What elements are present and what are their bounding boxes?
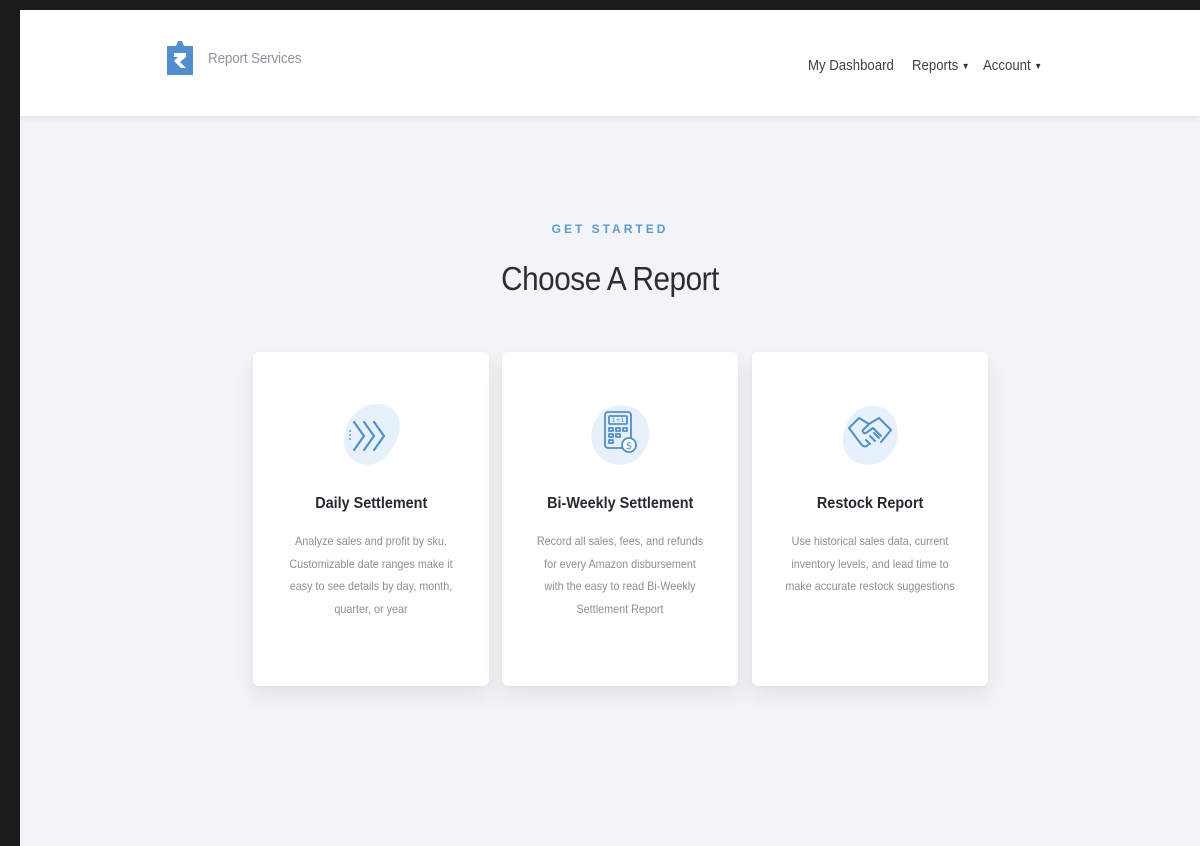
nav-reports-dropdown[interactable]: Reports ▼ [912, 57, 970, 74]
card-bi-weekly-settlement[interactable]: $ 1+1 Bi-Weekly Settlement Record all sa… [502, 352, 738, 686]
nav-account-dropdown[interactable]: Account ▼ [983, 57, 1042, 74]
app-frame: Report Services My Dashboard Reports ▼ A… [20, 10, 1200, 846]
card-title: Bi-Weekly Settlement [546, 495, 694, 512]
card-description: Analyze sales and profit by sku. Customi… [289, 534, 453, 616]
nav-reports-label: Reports [911, 57, 958, 74]
card-title: Restock Report [816, 495, 924, 512]
page-title: Choose A Report [501, 260, 719, 297]
main-nav: My Dashboard Reports ▼ Account ▼ [808, 57, 1050, 74]
handshake-icon [842, 405, 898, 465]
svg-text:1+1: 1+1 [612, 417, 625, 424]
brand-link[interactable]: Report Services [165, 40, 312, 76]
card-restock-report[interactable]: Restock Report Use historical sales data… [752, 352, 988, 686]
chevrons-right-icon [343, 403, 400, 465]
calculator-dollar-icon: $ 1+1 [591, 405, 650, 465]
nav-my-dashboard[interactable]: My Dashboard [808, 57, 894, 74]
brand-name: Report Services [208, 49, 302, 67]
report-services-logo-icon [167, 41, 193, 75]
card-daily-settlement[interactable]: Daily Settlement Analyze sales and profi… [253, 352, 489, 686]
caret-down-icon: ▼ [1034, 60, 1043, 71]
nav-account-label: Account [983, 57, 1031, 74]
top-navbar: Report Services My Dashboard Reports ▼ A… [20, 10, 1200, 117]
card-description: Record all sales, fees, and refunds for … [536, 534, 704, 616]
caret-down-icon: ▼ [961, 60, 970, 71]
section-eyebrow: GET STARTED [551, 222, 669, 236]
card-description: Use historical sales data, current inven… [785, 534, 955, 593]
card-title: Daily Settlement [314, 495, 428, 512]
svg-text:$: $ [626, 441, 632, 452]
